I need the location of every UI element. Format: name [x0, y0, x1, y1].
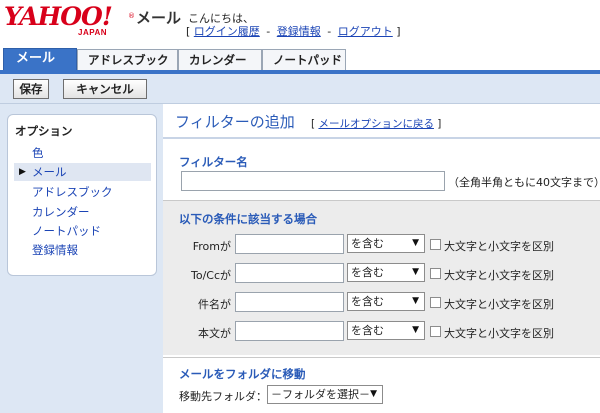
tab-bar: メール アドレスブック カレンダー ノートパッド: [0, 46, 600, 71]
sidebar-item-address-book[interactable]: アドレスブック: [32, 184, 113, 200]
condition-tocc-input[interactable]: [235, 263, 344, 283]
tab-mail[interactable]: メール: [3, 48, 77, 71]
sidebar-item-notepad[interactable]: ノートパッド: [32, 223, 101, 239]
main-content: フィルターの追加 [ メールオプションに戻る ] フィルター名 （全角半角ともに…: [163, 104, 600, 413]
logo-sub: JAPAN: [78, 28, 108, 37]
chevron-down-icon: ▼: [370, 389, 377, 399]
account-info-link[interactable]: 登録情報: [277, 25, 321, 38]
separator: -: [327, 25, 332, 38]
case-sensitive-label: 大文字と小文字を区別: [444, 269, 554, 282]
destination-folder-select[interactable]: －フォルダを選択－ ▼: [267, 385, 383, 404]
bracket-close: ]: [437, 118, 442, 130]
toolbar: 保存 キャンセル: [0, 74, 600, 104]
chevron-down-icon: ▼: [412, 267, 419, 277]
chevron-down-icon: ▼: [412, 238, 419, 248]
bracket-close: ]: [396, 25, 401, 38]
condition-body-operator-select[interactable]: を含む ▼: [347, 321, 425, 340]
cancel-button[interactable]: キャンセル: [63, 79, 147, 99]
condition-subject-label: 件名が: [198, 298, 231, 311]
logout-link[interactable]: ログアウト: [338, 25, 393, 38]
select-value: を含む: [351, 237, 384, 250]
conditions-section: 以下の条件に該当する場合 Fromが を含む ▼ 大文字と小文字を区別 To/C…: [163, 200, 600, 355]
back-to-mail-options-link[interactable]: メールオプションに戻る: [318, 118, 434, 130]
sidebar-item-mail[interactable]: ▶ メール: [14, 163, 151, 181]
options-heading: オプション: [15, 124, 73, 138]
save-button[interactable]: 保存: [13, 79, 49, 99]
title-divider: [163, 137, 600, 139]
page-title: フィルターの追加: [175, 113, 295, 131]
sidebar: オプション 色 ▶ メール アドレスブック カレンダー ノートパッド 登録情報: [0, 104, 163, 413]
case-sensitive-label: 大文字と小文字を区別: [444, 327, 554, 340]
condition-tocc-operator-select[interactable]: を含む ▼: [347, 263, 425, 282]
move-to-folder-section: メールをフォルダに移動 移動先フォルダ： －フォルダを選択－ ▼: [163, 357, 600, 413]
condition-subject-input[interactable]: [235, 292, 344, 312]
select-value: を含む: [351, 324, 384, 337]
condition-body-input[interactable]: [235, 321, 344, 341]
bracket-open: [: [186, 25, 191, 38]
condition-tocc-label: To/Ccが: [190, 269, 231, 282]
condition-from-input[interactable]: [235, 234, 344, 254]
tab-calendar[interactable]: カレンダー: [178, 49, 262, 71]
conditions-label: 以下の条件に該当する場合: [179, 212, 317, 226]
filter-name-hint: （全角半角ともに40文字まで）: [448, 176, 600, 189]
login-history-link[interactable]: ログイン履歴: [194, 25, 260, 38]
select-value: －フォルダを選択－: [271, 388, 370, 401]
move-to-folder-label: メールをフォルダに移動: [179, 367, 306, 381]
condition-from-case-checkbox[interactable]: [430, 239, 441, 250]
chevron-down-icon: ▼: [412, 325, 419, 335]
destination-folder-label: 移動先フォルダ：: [179, 390, 267, 403]
chevron-down-icon: ▼: [412, 296, 419, 306]
options-menu: オプション 色 ▶ メール アドレスブック カレンダー ノートパッド 登録情報: [7, 114, 157, 276]
logo-registered-mark: ®: [128, 12, 135, 20]
sidebar-item-color[interactable]: 色: [32, 145, 44, 161]
condition-body-label: 本文が: [198, 327, 231, 340]
yahoo-japan-logo[interactable]: YAHOO! ® JAPAN: [4, 2, 135, 44]
back-link-group: [ メールオプションに戻る ]: [311, 116, 441, 131]
filter-name-section: フィルター名 （全角半角ともに40文字まで）: [163, 140, 600, 197]
case-sensitive-label: 大文字と小文字を区別: [444, 298, 554, 311]
filter-name-input[interactable]: [181, 171, 445, 191]
sidebar-item-calendar[interactable]: カレンダー: [32, 204, 90, 220]
sidebar-item-account-info[interactable]: 登録情報: [32, 242, 78, 258]
condition-tocc-case-checkbox[interactable]: [430, 268, 441, 279]
select-value: を含む: [351, 295, 384, 308]
tab-address-book[interactable]: アドレスブック: [77, 49, 178, 71]
service-title: メール: [136, 9, 182, 27]
filter-name-label: フィルター名: [179, 155, 248, 169]
condition-body-case-checkbox[interactable]: [430, 326, 441, 337]
select-value: を含む: [351, 266, 384, 279]
condition-from-operator-select[interactable]: を含む ▼: [347, 234, 425, 253]
header-links: [ ログイン履歴 - 登録情報 - ログアウト ]: [186, 23, 401, 39]
bullet-icon: ▶: [19, 167, 26, 177]
condition-from-label: Fromが: [192, 240, 231, 253]
separator: -: [266, 25, 271, 38]
condition-subject-operator-select[interactable]: を含む ▼: [347, 292, 425, 311]
case-sensitive-label: 大文字と小文字を区別: [444, 240, 554, 253]
bracket-open: [: [311, 118, 316, 130]
tab-notepad[interactable]: ノートパッド: [262, 49, 346, 71]
condition-subject-case-checkbox[interactable]: [430, 297, 441, 308]
sidebar-item-label: メール: [32, 165, 67, 179]
header: YAHOO! ® JAPAN メール こんにちは、 [ ログイン履歴 - 登録情…: [0, 0, 600, 46]
